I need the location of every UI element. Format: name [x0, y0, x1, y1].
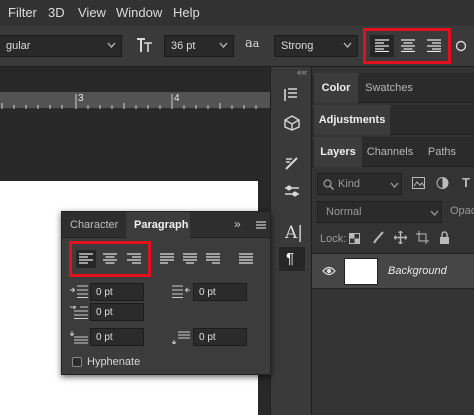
horizontal-ruler: 3 4 [0, 92, 270, 109]
layer-name[interactable]: Background [388, 265, 447, 277]
chevron-down-icon [107, 42, 116, 48]
tab-swatches[interactable]: Swatches [360, 73, 418, 103]
menu-bar: Filter 3D View Window Help [0, 0, 474, 26]
filter-type-icon[interactable]: T [462, 175, 470, 190]
font-size-dropdown[interactable]: 36 pt [164, 35, 234, 57]
history-icon[interactable] [283, 87, 301, 103]
panel-icon-strip: «« A| ¶ [270, 67, 312, 415]
tab-adjustments[interactable]: Adjustments [314, 105, 390, 135]
justify-last-center-icon[interactable] [183, 253, 197, 265]
menu-window[interactable]: Window [116, 5, 162, 20]
adjustments-tab-row: Adjustments [312, 105, 474, 135]
filter-adjustment-icon[interactable] [436, 177, 449, 189]
collapse-icon[interactable]: » [234, 217, 241, 231]
options-bar: gular 36 pt aa Strong [0, 26, 474, 67]
hyphenate-label: Hyphenate [87, 356, 141, 368]
character-panel-icon[interactable]: A| [285, 223, 303, 243]
menu-help[interactable]: Help [173, 5, 200, 20]
panel-menu-icon[interactable] [256, 221, 266, 229]
font-size-icon [137, 38, 152, 52]
indent-first-line-icon [70, 306, 88, 319]
right-panel: Color Swatches Adjustments Layers Channe… [312, 67, 474, 415]
chevron-down-icon [343, 42, 352, 48]
font-size-value: 36 pt [171, 40, 196, 52]
lock-artboard-icon[interactable] [416, 231, 429, 244]
tab-character[interactable]: Character [70, 212, 126, 238]
tab-color[interactable]: Color [314, 73, 358, 103]
layer-row-background[interactable]: Background [312, 253, 474, 289]
lock-move-icon[interactable] [394, 231, 407, 244]
paragraph-panel-tabs: Character Paragraph » [62, 212, 270, 238]
lock-all-icon[interactable] [439, 231, 450, 244]
indent-left-input[interactable]: 0 pt [90, 283, 144, 301]
layer-thumbnail [344, 258, 378, 285]
space-before-icon [70, 331, 88, 344]
indent-left-icon [70, 285, 88, 298]
hyphenate-checkbox[interactable] [72, 357, 82, 367]
search-icon [323, 179, 334, 190]
indent-first-line-input[interactable]: 0 pt [90, 303, 144, 321]
justify-all-icon[interactable] [239, 253, 253, 265]
justify-last-left-icon[interactable] [160, 253, 174, 265]
ruler-mark-4: 4 [174, 93, 180, 104]
font-style-dropdown[interactable]: gular [0, 35, 122, 57]
collapse-panels-icon[interactable]: «« [297, 67, 307, 77]
antialias-value: Strong [281, 40, 314, 52]
tab-paths[interactable]: Paths [422, 137, 462, 167]
kind-label: Kind [338, 178, 361, 190]
3d-cube-icon[interactable] [283, 115, 301, 131]
antialias-icon: aa [245, 36, 260, 51]
space-after-input[interactable]: 0 pt [193, 328, 247, 346]
menu-filter[interactable]: Filter [8, 5, 37, 20]
font-style-value: gular [6, 40, 31, 52]
paragraph-icon: ¶ [286, 250, 295, 267]
paragraph-panel: Character Paragraph » 0 pt 0 pt 0 pt 0 p… [61, 211, 271, 375]
indent-right-icon [172, 285, 190, 298]
highlight-box [69, 241, 151, 277]
blend-mode-dropdown[interactable]: Normal [317, 201, 442, 223]
blend-mode-value: Normal [326, 206, 362, 218]
ruler-ticks [1, 94, 257, 109]
color-tab-row: Color Swatches [312, 73, 474, 103]
menu-view[interactable]: View [78, 5, 106, 20]
paragraph-panel-button[interactable]: ¶ [279, 247, 305, 271]
chevron-down-icon [219, 42, 228, 48]
indent-right-input[interactable]: 0 pt [193, 283, 247, 301]
space-after-icon [172, 331, 190, 344]
layers-tab-row: Layers Channels Paths [312, 137, 474, 167]
tab-channels[interactable]: Channels [364, 137, 416, 167]
highlight-box [363, 28, 451, 64]
lock-transparent-icon[interactable] [349, 233, 360, 244]
space-before-input[interactable]: 0 pt [90, 328, 144, 346]
eye-icon[interactable] [322, 266, 336, 276]
opacity-label: Opaci [450, 205, 474, 217]
filter-pixel-icon[interactable] [412, 177, 425, 189]
brush-presets-icon[interactable] [283, 183, 301, 199]
menu-3d[interactable]: 3D [48, 5, 65, 20]
antialias-dropdown[interactable]: Strong [274, 35, 358, 57]
warp-text-icon[interactable] [455, 40, 467, 52]
layer-filter-kind[interactable]: Kind [317, 173, 402, 195]
ruler-mark-3: 3 [78, 93, 84, 104]
lock-brush-icon[interactable] [372, 231, 384, 244]
tab-paragraph[interactable]: Paragraph [126, 212, 190, 238]
tab-layers[interactable]: Layers [314, 137, 362, 167]
chevron-down-icon [430, 210, 439, 216]
justify-last-right-icon[interactable] [206, 253, 220, 265]
lock-label: Lock: [320, 233, 347, 245]
brush-icon[interactable] [283, 155, 301, 171]
chevron-down-icon [390, 182, 399, 188]
